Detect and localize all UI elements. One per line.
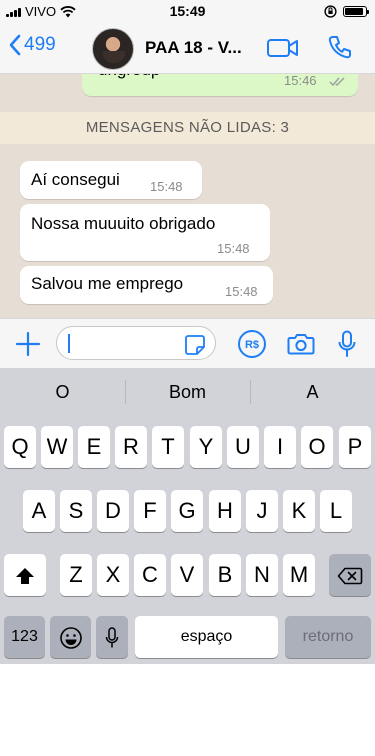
return-key[interactable]: retorno (285, 616, 371, 658)
key-z[interactable]: Z (60, 554, 92, 596)
key-n[interactable]: N (246, 554, 278, 596)
unread-divider: MENSAGENS NÃO LIDAS: 3 (0, 112, 375, 144)
key-r[interactable]: R (115, 426, 147, 468)
input-bar: R$ (0, 318, 375, 368)
status-right (324, 5, 369, 18)
avatar[interactable] (92, 28, 134, 70)
key-l[interactable]: L (320, 490, 352, 532)
key-f[interactable]: F (134, 490, 166, 532)
key-o[interactable]: O (301, 426, 333, 468)
keyboard: O Bom A Q W E R T Y U I O P A S D F G H … (0, 368, 375, 664)
key-c[interactable]: C (134, 554, 166, 596)
message-time: 15:46 (284, 74, 317, 88)
emoji-icon (59, 627, 82, 649)
status-bar: VIVO 15:49 (0, 0, 375, 24)
key-t[interactable]: T (152, 426, 184, 468)
sticker-icon[interactable] (184, 334, 206, 356)
battery-icon (343, 6, 369, 17)
key-b[interactable]: B (209, 554, 241, 596)
key-w[interactable]: W (41, 426, 73, 468)
chat-title[interactable]: PAA 18 - V... (145, 38, 242, 58)
key-u[interactable]: U (227, 426, 259, 468)
key-a[interactable]: A (23, 490, 55, 532)
battery-fill (345, 8, 364, 15)
phone-icon (328, 36, 351, 59)
backspace-key[interactable] (329, 554, 371, 596)
message-text: Nossa muuuito obrigado (31, 214, 216, 233)
message-incoming[interactable]: Salvou me emprego 15:48 (20, 266, 273, 304)
backspace-icon (337, 567, 363, 585)
chevron-left-icon (9, 34, 21, 56)
message-text: ungroup (98, 74, 160, 80)
message-outgoing[interactable]: ungroup 15:46 (82, 74, 358, 96)
chat-area[interactable]: ungroup 15:46 MENSAGENS NÃO LIDAS: 3 Aí … (0, 74, 375, 318)
emoji-key[interactable] (50, 616, 91, 658)
suggestion-item[interactable]: A (250, 368, 375, 416)
key-v[interactable]: V (171, 554, 203, 596)
key-g[interactable]: G (171, 490, 203, 532)
numbers-key[interactable]: 123 (4, 616, 45, 658)
key-s[interactable]: S (60, 490, 92, 532)
camera-icon[interactable] (287, 332, 315, 356)
dictation-key[interactable] (96, 616, 128, 658)
message-input[interactable] (56, 326, 216, 360)
space-key[interactable]: espaço (135, 616, 278, 658)
dictation-icon (105, 627, 119, 648)
suggestion-item[interactable]: Bom (125, 368, 250, 416)
shift-key[interactable] (4, 554, 46, 596)
message-incoming[interactable]: Aí consegui 15:48 (20, 161, 202, 199)
message-incoming[interactable]: Nossa muuuito obrigado 15:48 (20, 204, 270, 261)
key-p[interactable]: P (339, 426, 371, 468)
key-q[interactable]: Q (4, 426, 36, 468)
key-h[interactable]: H (209, 490, 241, 532)
suggestion-item[interactable]: O (0, 368, 125, 416)
orientation-lock-icon (324, 5, 337, 18)
key-x[interactable]: X (97, 554, 129, 596)
shift-icon (16, 568, 34, 585)
key-i[interactable]: I (264, 426, 296, 468)
payment-icon: R$ (244, 339, 260, 351)
video-call-button[interactable] (266, 36, 300, 65)
back-count: 499 (24, 34, 56, 55)
plus-icon[interactable] (15, 331, 41, 357)
back-button[interactable]: 499 (8, 34, 56, 56)
microphone-icon[interactable] (337, 330, 357, 358)
key-y[interactable]: Y (190, 426, 222, 468)
text-caret (68, 334, 70, 353)
double-check-icon (329, 77, 345, 87)
home-area (0, 664, 375, 756)
payment-button[interactable]: R$ (238, 330, 266, 358)
key-e[interactable]: E (78, 426, 110, 468)
message-time: 15:48 (150, 179, 183, 194)
message-text: Salvou me emprego (31, 274, 184, 293)
message-text: Aí consegui (31, 170, 120, 189)
message-time: 15:48 (217, 241, 250, 256)
video-call-icon (267, 39, 298, 57)
voice-call-button[interactable] (327, 34, 353, 65)
message-time: 15:48 (225, 284, 258, 299)
key-j[interactable]: J (246, 490, 278, 532)
chat-header: 499 PAA 18 - V... (0, 24, 375, 74)
key-k[interactable]: K (283, 490, 315, 532)
key-d[interactable]: D (97, 490, 129, 532)
key-m[interactable]: M (283, 554, 315, 596)
status-time: 15:49 (169, 3, 206, 19)
suggestion-bar: O Bom A (0, 368, 375, 416)
